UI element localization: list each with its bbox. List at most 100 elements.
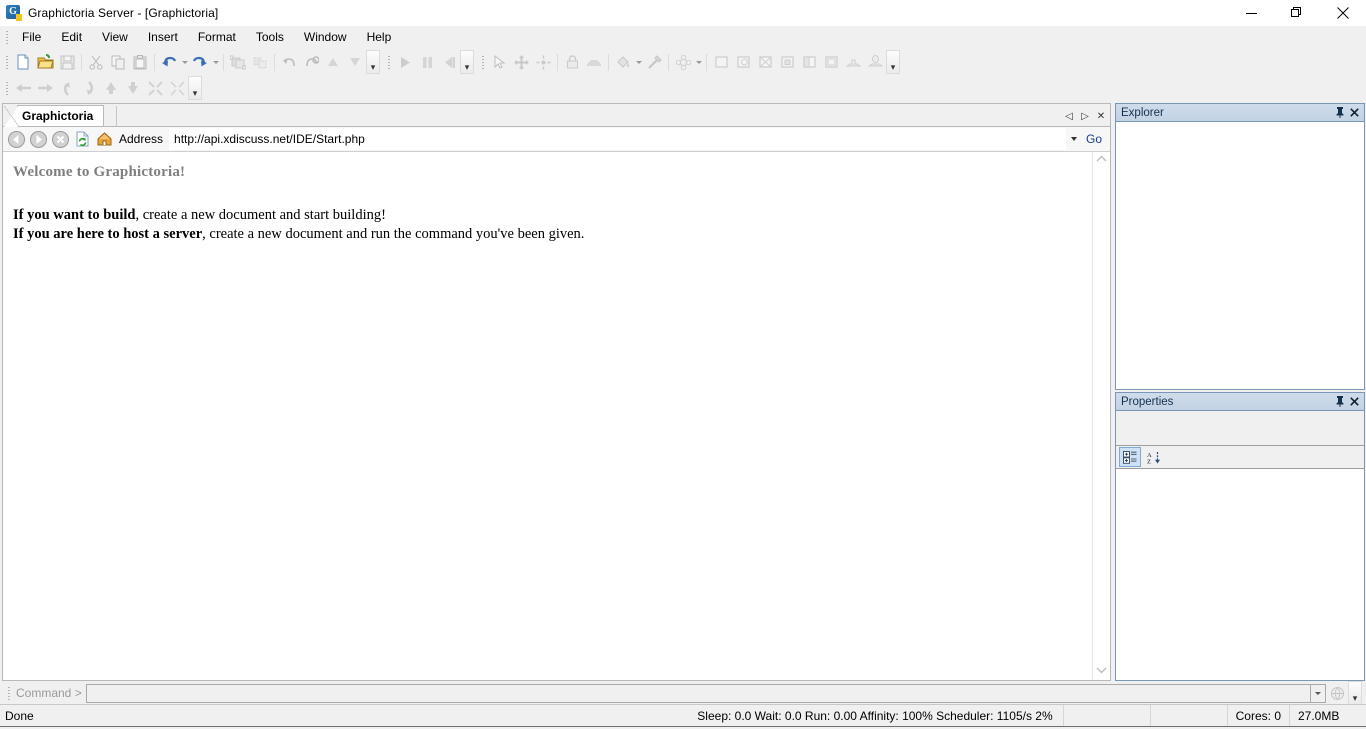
paste-icon[interactable] xyxy=(129,51,151,73)
expand-icon[interactable] xyxy=(166,77,188,99)
command-bar-grip[interactable] xyxy=(5,685,12,701)
command-bar-overflow-button[interactable]: ▾ xyxy=(1348,681,1362,705)
run-command-icon[interactable] xyxy=(1326,683,1348,703)
tab-close-icon[interactable]: ✕ xyxy=(1094,108,1108,124)
part-block-icon[interactable] xyxy=(710,51,732,73)
open-folder-icon[interactable] xyxy=(34,51,56,73)
address-input[interactable]: http://api.xdiscuss.net/IDE/Start.php xyxy=(169,128,1066,150)
material-dropdown-icon[interactable] xyxy=(694,51,703,73)
command-history-dropdown-icon[interactable] xyxy=(1311,683,1326,703)
toolbar-grip[interactable] xyxy=(385,54,392,70)
rotate-right-icon[interactable] xyxy=(300,51,322,73)
undo-dropdown-icon[interactable] xyxy=(180,51,189,73)
line-host-bold: If you are here to host a server xyxy=(13,226,203,242)
nav-forward-icon[interactable] xyxy=(56,77,78,99)
address-dropdown-icon[interactable] xyxy=(1066,129,1082,149)
alphabetical-sort-button[interactable]: AZ xyxy=(1144,448,1164,466)
scale-tool-icon[interactable] xyxy=(532,51,554,73)
toolbar-overflow-button[interactable]: ▾ xyxy=(460,50,474,74)
nav-up-icon[interactable] xyxy=(100,77,122,99)
rotate-left-icon[interactable] xyxy=(278,51,300,73)
close-button[interactable] xyxy=(1320,0,1366,26)
menu-edit[interactable]: Edit xyxy=(51,27,92,48)
nav-right-icon[interactable] xyxy=(34,77,56,99)
redo-icon[interactable] xyxy=(189,51,211,73)
minimize-button[interactable] xyxy=(1228,0,1274,26)
explorer-tree[interactable] xyxy=(1116,122,1364,389)
menu-tools[interactable]: Tools xyxy=(246,27,294,48)
tab-prev-icon[interactable]: ◁ xyxy=(1062,108,1076,124)
toolbar-grip[interactable] xyxy=(479,54,486,70)
command-input[interactable] xyxy=(85,683,1311,703)
pin-icon[interactable] xyxy=(1333,105,1347,120)
go-button[interactable]: Go xyxy=(1082,132,1108,146)
lock-icon[interactable] xyxy=(561,51,583,73)
status-cores: Cores: 0 xyxy=(1226,705,1289,726)
refresh-icon[interactable] xyxy=(71,128,93,150)
ungroup-icon[interactable] xyxy=(249,51,271,73)
toolbar-separator xyxy=(668,53,669,71)
move-down-icon[interactable] xyxy=(344,51,366,73)
tree-icon[interactable] xyxy=(864,51,886,73)
pause-icon[interactable] xyxy=(416,51,438,73)
menu-file[interactable]: File xyxy=(12,27,51,48)
toolbar-overflow-button[interactable]: ▾ xyxy=(366,50,380,74)
part-cylinder-icon[interactable] xyxy=(732,51,754,73)
back-icon[interactable] xyxy=(5,128,27,150)
toolbar-overflow-button[interactable]: ▾ xyxy=(188,76,202,100)
toolbar-overflow-button[interactable]: ▾ xyxy=(886,50,900,74)
new-document-icon[interactable] xyxy=(12,51,34,73)
toolbar-grip[interactable] xyxy=(3,54,10,70)
part-wedge-icon[interactable] xyxy=(754,51,776,73)
forward-icon[interactable] xyxy=(27,128,49,150)
properties-panel: Properties AZ xyxy=(1115,392,1365,681)
step-icon[interactable] xyxy=(438,51,460,73)
nav-down-icon[interactable] xyxy=(122,77,144,99)
close-icon[interactable] xyxy=(1347,394,1361,409)
properties-list[interactable] xyxy=(1116,469,1364,680)
part-truss-icon[interactable] xyxy=(820,51,842,73)
toolbar-grip[interactable] xyxy=(3,80,10,96)
menu-insert[interactable]: Insert xyxy=(138,27,188,48)
menu-grip[interactable] xyxy=(3,29,10,45)
scroll-up-icon[interactable] xyxy=(1096,155,1107,166)
menu-view[interactable]: View xyxy=(92,27,138,48)
nav-back-icon[interactable] xyxy=(78,77,100,99)
menu-help[interactable]: Help xyxy=(357,27,402,48)
material-icon[interactable] xyxy=(672,51,694,73)
pin-icon[interactable] xyxy=(1333,394,1347,409)
tab-graphictoria[interactable]: Graphictoria xyxy=(3,105,105,127)
restore-button[interactable] xyxy=(1274,0,1320,26)
home-icon[interactable] xyxy=(93,128,115,150)
cut-icon[interactable] xyxy=(85,51,107,73)
select-arrow-icon[interactable] xyxy=(488,51,510,73)
part-corner-icon[interactable] xyxy=(776,51,798,73)
tab-next-icon[interactable]: ▷ xyxy=(1078,108,1092,124)
menu-window[interactable]: Window xyxy=(294,27,357,48)
undo-icon[interactable] xyxy=(158,51,180,73)
copy-icon[interactable] xyxy=(107,51,129,73)
surface-icon[interactable] xyxy=(583,51,605,73)
collapse-icon[interactable] xyxy=(144,77,166,99)
color-picker-icon[interactable] xyxy=(643,51,665,73)
menu-format[interactable]: Format xyxy=(188,27,246,48)
paint-bucket-icon[interactable] xyxy=(612,51,634,73)
spawn-icon[interactable] xyxy=(842,51,864,73)
play-icon[interactable] xyxy=(394,51,416,73)
page-vertical-scrollbar[interactable] xyxy=(1092,152,1110,680)
move-tool-icon[interactable] xyxy=(510,51,532,73)
window-title: Graphictoria Server - [Graphictoria] xyxy=(28,6,219,20)
part-sphere-icon[interactable] xyxy=(798,51,820,73)
paint-bucket-dropdown-icon[interactable] xyxy=(634,51,643,73)
stop-icon[interactable] xyxy=(49,128,71,150)
save-icon[interactable] xyxy=(56,51,78,73)
scroll-down-icon[interactable] xyxy=(1096,666,1107,677)
tab-strip: Graphictoria ◁ ▷ ✕ xyxy=(3,104,1110,127)
properties-panel-header: Properties xyxy=(1116,393,1364,411)
redo-dropdown-icon[interactable] xyxy=(211,51,220,73)
nav-left-icon[interactable] xyxy=(12,77,34,99)
move-up-icon[interactable] xyxy=(322,51,344,73)
close-icon[interactable] xyxy=(1347,105,1361,120)
categorized-view-button[interactable] xyxy=(1119,447,1141,467)
group-icon[interactable] xyxy=(227,51,249,73)
